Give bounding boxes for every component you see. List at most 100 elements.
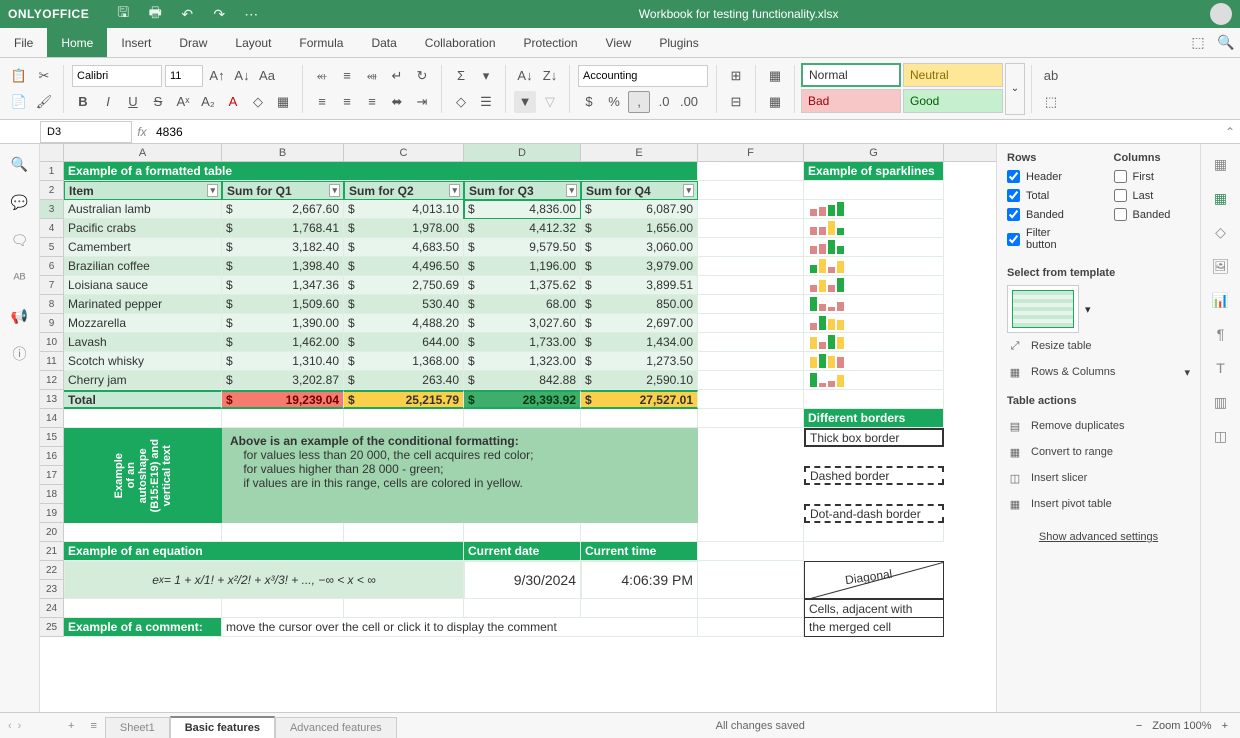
item-cell[interactable]: Camembert bbox=[64, 238, 222, 257]
menu-collaboration[interactable]: Collaboration bbox=[411, 28, 510, 57]
formula-expand-icon[interactable]: ⌃ bbox=[1220, 125, 1240, 139]
row-header-9[interactable]: 9 bbox=[40, 314, 64, 333]
sort-desc-icon[interactable]: Z↓ bbox=[539, 65, 561, 87]
advanced-settings-link[interactable]: Show advanced settings bbox=[1007, 531, 1190, 543]
style-bad[interactable]: Bad bbox=[801, 89, 901, 113]
row-header-13[interactable]: 13 bbox=[40, 390, 64, 409]
sparkline-cell[interactable] bbox=[804, 314, 944, 333]
cell[interactable]: $68.00 bbox=[464, 295, 581, 314]
cell[interactable]: $6,087.90 bbox=[581, 200, 698, 219]
fill-color-button[interactable]: ◇ bbox=[247, 91, 269, 113]
cell[interactable] bbox=[581, 599, 698, 618]
cell[interactable]: $3,182.40 bbox=[222, 238, 344, 257]
comma-style-icon[interactable]: , bbox=[628, 91, 650, 113]
table-header[interactable]: Item bbox=[64, 181, 222, 200]
col-header-F[interactable]: F bbox=[698, 144, 804, 161]
more-icon[interactable]: ⋯ bbox=[241, 4, 261, 24]
copy-icon[interactable]: 📋 bbox=[8, 65, 30, 87]
cell[interactable] bbox=[698, 162, 804, 181]
decrease-font-icon[interactable]: A↓ bbox=[231, 65, 253, 87]
resize-table-action[interactable]: ⤢Resize table bbox=[1007, 333, 1190, 359]
cell[interactable]: $1,398.40 bbox=[222, 257, 344, 276]
cell[interactable]: $1,273.50 bbox=[581, 352, 698, 371]
align-left-icon[interactable]: ≡ bbox=[311, 91, 333, 113]
orientation-icon[interactable]: ↻ bbox=[411, 65, 433, 87]
chk-last[interactable]: Last bbox=[1114, 189, 1191, 202]
table-header[interactable]: Sum for Q1 bbox=[222, 181, 344, 200]
cell[interactable] bbox=[698, 276, 804, 295]
diagonal-cell[interactable]: Diagonal bbox=[804, 561, 944, 599]
borders-title[interactable]: Different borders bbox=[804, 409, 944, 428]
sparkline-cell[interactable] bbox=[804, 257, 944, 276]
cell[interactable] bbox=[64, 523, 222, 542]
paragraph-icon[interactable]: ¶ bbox=[1211, 324, 1231, 344]
cell[interactable]: $19,239.04 bbox=[222, 390, 344, 409]
clear-icon[interactable]: ◇ bbox=[450, 91, 472, 113]
style-normal[interactable]: Normal bbox=[801, 63, 901, 87]
clear-filter-icon[interactable]: ▽ bbox=[539, 91, 561, 113]
equation-title[interactable]: Example of an equation bbox=[64, 542, 464, 561]
cell[interactable] bbox=[64, 409, 222, 428]
add-sheet-icon[interactable]: + bbox=[60, 720, 82, 732]
row-header-16[interactable]: 16 bbox=[40, 447, 64, 466]
style-good[interactable]: Good bbox=[903, 89, 1003, 113]
cell[interactable]: $3,202.87 bbox=[222, 371, 344, 390]
chat-icon[interactable]: 🗨 bbox=[10, 230, 30, 250]
shape-settings-icon[interactable]: ◇ bbox=[1211, 222, 1231, 242]
cell[interactable] bbox=[804, 390, 944, 409]
cell[interactable] bbox=[698, 200, 804, 219]
cell[interactable] bbox=[698, 181, 804, 200]
paste-icon[interactable]: 📄 bbox=[8, 91, 30, 113]
sheet-tab[interactable]: Basic features bbox=[170, 716, 275, 738]
menu-file[interactable]: File bbox=[0, 28, 47, 57]
underline-button[interactable]: U bbox=[122, 91, 144, 113]
menu-draw[interactable]: Draw bbox=[165, 28, 221, 57]
cell[interactable]: $4,683.50 bbox=[344, 238, 464, 257]
chk-banded-cols[interactable]: Banded bbox=[1114, 208, 1191, 221]
vertical-text-shape[interactable]: Exampleof anautoshape(B15:E19) andvertic… bbox=[64, 428, 222, 523]
cell[interactable]: $4,488.20 bbox=[344, 314, 464, 333]
remove-duplicates-action[interactable]: ▤Remove duplicates bbox=[1007, 413, 1190, 439]
font-color-button[interactable]: A bbox=[222, 91, 244, 113]
borders-button[interactable]: ▦ bbox=[272, 91, 294, 113]
cell[interactable]: $1,509.60 bbox=[222, 295, 344, 314]
row-header-21[interactable]: 21 bbox=[40, 542, 64, 561]
col-header-D[interactable]: D bbox=[464, 144, 581, 161]
textart-icon[interactable]: T bbox=[1211, 358, 1231, 378]
search-icon[interactable]: 🔍 bbox=[1212, 28, 1240, 57]
select-all-icon[interactable]: ⬚ bbox=[1040, 91, 1062, 113]
rows-cols-action[interactable]: ▦Rows & Columns▾ bbox=[1007, 359, 1190, 385]
cell[interactable] bbox=[581, 523, 698, 542]
cell[interactable]: $644.00 bbox=[344, 333, 464, 352]
insert-pivot-action[interactable]: ▦Insert pivot table bbox=[1007, 491, 1190, 517]
row-header-10[interactable]: 10 bbox=[40, 333, 64, 352]
cell[interactable]: $4,496.50 bbox=[344, 257, 464, 276]
cell[interactable] bbox=[698, 333, 804, 352]
undo-icon[interactable]: ↶ bbox=[177, 4, 197, 24]
styles-expand[interactable]: ⌄ bbox=[1005, 63, 1025, 115]
row-header-12[interactable]: 12 bbox=[40, 371, 64, 390]
align-bottom-icon[interactable]: ⬵ bbox=[361, 65, 383, 87]
table-header[interactable]: Sum for Q2 bbox=[344, 181, 464, 200]
find-icon[interactable]: 🔍 bbox=[10, 154, 30, 174]
row-header-17[interactable]: 17 bbox=[40, 466, 64, 485]
chk-header[interactable]: Header bbox=[1007, 170, 1084, 183]
cell[interactable] bbox=[464, 599, 581, 618]
fill-icon[interactable]: ▾ bbox=[475, 65, 497, 87]
cell[interactable] bbox=[698, 599, 804, 618]
align-center-icon[interactable]: ≡ bbox=[336, 91, 358, 113]
row-header-8[interactable]: 8 bbox=[40, 295, 64, 314]
slicer-settings-icon[interactable]: ◫ bbox=[1211, 426, 1231, 446]
item-cell[interactable]: Loisiana sauce bbox=[64, 276, 222, 295]
menu-formula[interactable]: Formula bbox=[285, 28, 357, 57]
row-header-22[interactable]: 22 bbox=[40, 561, 64, 580]
spellcheck-icon[interactable]: ᴬᴮ bbox=[10, 268, 30, 288]
cell[interactable]: $28,393.92 bbox=[464, 390, 581, 409]
cell[interactable] bbox=[698, 371, 804, 390]
insert-slicer-action[interactable]: ◫Insert slicer bbox=[1007, 465, 1190, 491]
convert-range-action[interactable]: ▦Convert to range bbox=[1007, 439, 1190, 465]
about-icon[interactable]: ⓘ bbox=[10, 344, 30, 364]
row-header-23[interactable]: 23 bbox=[40, 580, 64, 599]
cell[interactable] bbox=[804, 523, 944, 542]
sparkline-cell[interactable] bbox=[804, 238, 944, 257]
